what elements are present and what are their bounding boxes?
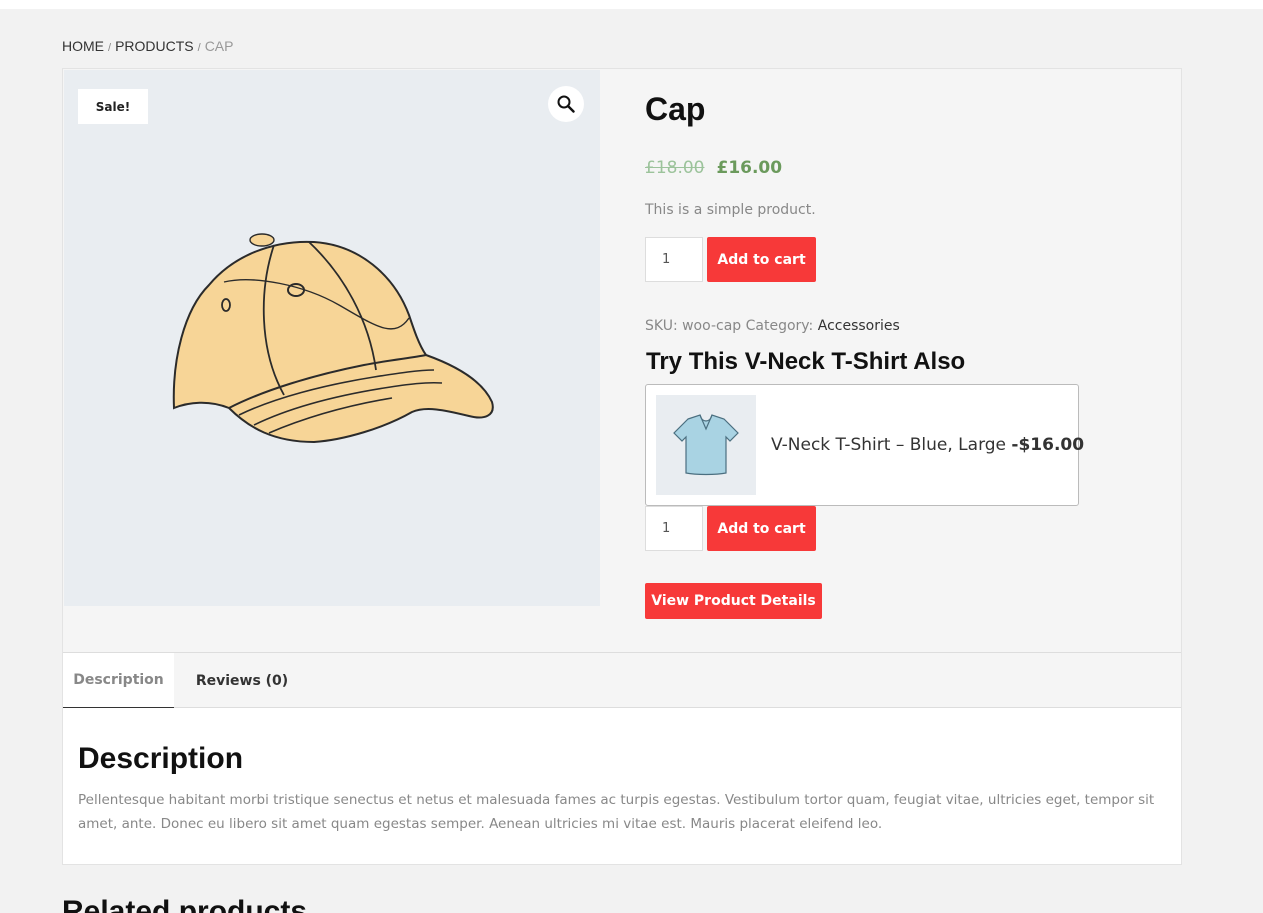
top-bar <box>0 0 1263 9</box>
tshirt-image <box>673 414 739 476</box>
description-panel: Description Pellentesque habitant morbi … <box>63 708 1181 864</box>
upsell-item-name[interactable]: V-Neck T-Shirt – Blue, Large <box>771 435 1006 455</box>
category-link[interactable]: Accessories <box>818 318 900 334</box>
quantity-input[interactable]: 1 <box>645 237 703 282</box>
product-price: £18.00 £16.00 <box>645 158 782 178</box>
product-meta: SKU: woo-cap Category: Accessories <box>645 318 900 334</box>
product-summary: Cap £18.00 £16.00 This is a simple produc… <box>644 69 1164 649</box>
breadcrumb-separator: / <box>108 42 112 54</box>
product-card: Sale! Cap £18.00£16.00 This is a simple <box>62 68 1182 865</box>
tab-description[interactable]: Description <box>63 653 174 709</box>
sku-label: SKU: <box>645 318 678 334</box>
breadcrumb-separator: / <box>197 42 201 54</box>
old-price: £18.00 <box>645 158 705 178</box>
breadcrumb-current: CAP <box>204 38 234 54</box>
product-title: Cap <box>645 91 706 127</box>
breadcrumb-products[interactable]: PRODUCTS <box>115 38 194 54</box>
sku-value: woo-cap <box>682 318 742 334</box>
upsell-item: V-Neck T-Shirt – Blue, Large -$16.00 <box>771 435 1084 455</box>
related-products-heading: Related products <box>62 895 308 913</box>
upsell-quantity-input[interactable]: 1 <box>645 506 703 551</box>
description-body: Pellentesque habitant morbi tristique se… <box>78 792 1155 832</box>
product-gallery[interactable]: Sale! <box>64 70 600 606</box>
search-icon <box>557 95 575 113</box>
upsell-add-to-cart-button[interactable]: Add to cart <box>707 506 816 551</box>
tab-reviews[interactable]: Reviews (0) <box>187 653 297 708</box>
sale-badge: Sale! <box>78 89 148 124</box>
breadcrumb-home[interactable]: HOME <box>62 38 104 54</box>
view-product-details-button[interactable]: View Product Details <box>645 583 822 619</box>
upsell-item-price: -$16.00 <box>1011 435 1085 455</box>
sale-price: £16.00 <box>716 158 783 178</box>
add-to-cart-button[interactable]: Add to cart <box>707 237 816 282</box>
product-tabs: Description Reviews (0) <box>63 652 1181 709</box>
upsell-product-card[interactable]: V-Neck T-Shirt – Blue, Large -$16.00 <box>645 384 1084 506</box>
cap-product-image <box>172 233 494 444</box>
description-heading: Description <box>78 742 244 775</box>
upsell-title: Try This V-Neck T-Shirt Also <box>646 348 966 375</box>
short-description: This is a simple product. <box>645 202 816 218</box>
breadcrumb: HOME / PRODUCTS / CAP <box>62 38 233 54</box>
category-label: Category: <box>745 318 814 334</box>
zoom-button[interactable] <box>548 86 584 122</box>
upsell-thumbnail[interactable] <box>656 395 756 495</box>
